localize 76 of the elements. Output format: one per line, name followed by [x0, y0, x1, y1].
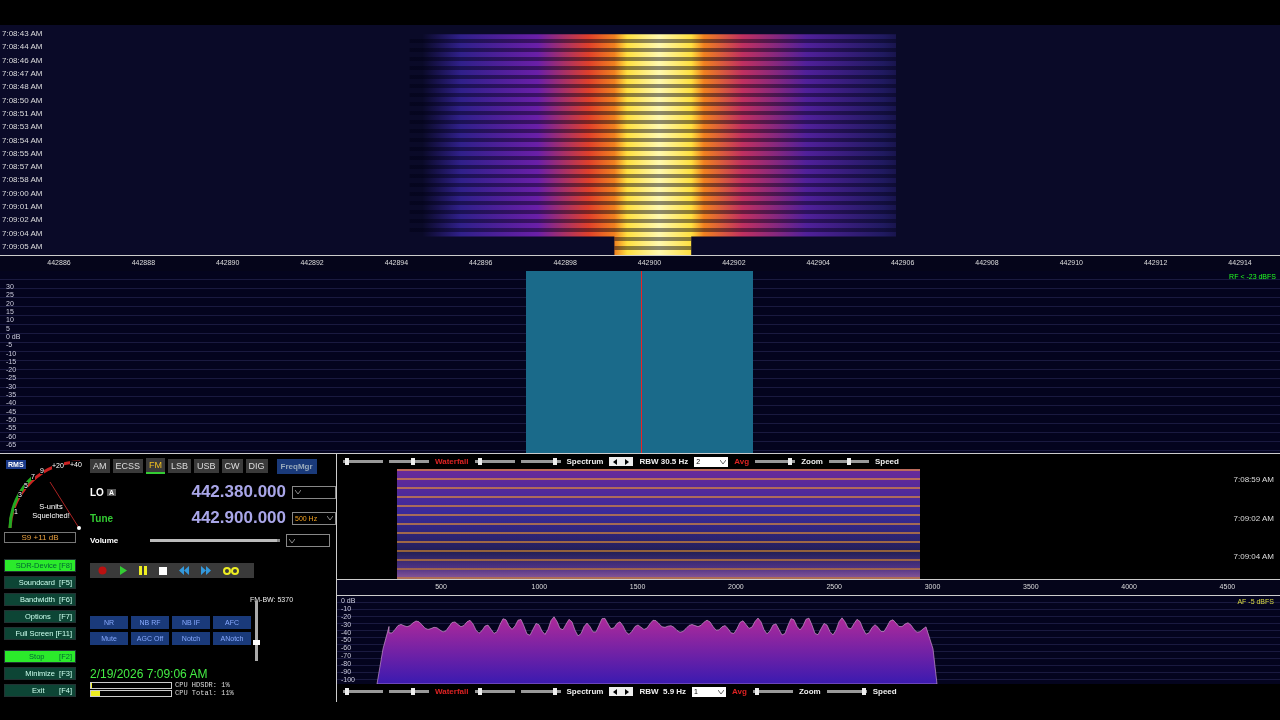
time-label: 7:09:02 AM — [1233, 513, 1274, 523]
arrow-buttons[interactable] — [609, 687, 634, 696]
speed-label: Speed — [874, 457, 899, 466]
time-label: 7:08:53 AM — [2, 122, 43, 132]
mode-tab[interactable]: USB — [194, 459, 219, 473]
lo-frequency[interactable]: 442.380.000 — [150, 482, 286, 502]
time-label: 7:09:02 AM — [2, 215, 43, 225]
time-label: 7:08:47 AM — [2, 68, 43, 78]
time-label: 7:08:50 AM — [2, 95, 43, 105]
slider-thumb[interactable] — [478, 688, 483, 695]
slider-thumb[interactable] — [754, 688, 759, 695]
rbw-label: RBW 30.5 Hz — [639, 457, 689, 466]
mode-tab[interactable]: AM — [90, 459, 110, 473]
time-label: 7:08:44 AM — [2, 42, 43, 52]
time-label: 7:09:04 AM — [1233, 552, 1274, 561]
caret-icon[interactable] — [295, 489, 301, 495]
date-time: 2/19/2026 7:09:06 AM — [90, 667, 209, 681]
average-label: Avg — [732, 687, 747, 696]
slider-thumb[interactable] — [410, 688, 415, 695]
time-label: 7:08:55 AM — [2, 148, 43, 158]
tune-label: Tune — [90, 512, 114, 524]
waterfall-label: Waterfall — [435, 457, 469, 466]
mode-tab[interactable]: DIG — [245, 459, 268, 473]
slider-thumb[interactable] — [344, 688, 349, 695]
slider-thumb[interactable] — [846, 458, 851, 465]
loop-icon[interactable] — [223, 566, 239, 575]
caret-icon[interactable] — [718, 688, 725, 695]
pause-icon[interactable] — [139, 566, 147, 575]
rbw-label: RBW 5.9 Hz — [639, 687, 687, 696]
slider-thumb[interactable] — [344, 458, 349, 465]
speed-label: Speed — [872, 687, 897, 696]
time-label: 7:08:59 AM — [1233, 475, 1274, 484]
zoom-label: Zoom — [801, 457, 823, 466]
slider-thumb[interactable] — [478, 458, 483, 465]
slider-thumb[interactable] — [861, 688, 866, 695]
mode-tab[interactable]: LSB — [168, 459, 192, 473]
rewind-icon[interactable] — [179, 566, 189, 575]
zoom-label: Zoom — [798, 687, 821, 696]
mode-tab[interactable]: FM — [146, 458, 165, 474]
time-label: 7:08:57 AM — [2, 162, 43, 172]
mode-tab[interactable]: ECSS — [112, 459, 143, 473]
time-label: 7:09:05 AM — [2, 242, 43, 251]
slider-thumb[interactable] — [253, 639, 260, 645]
time-label: 7:08:54 AM — [2, 135, 43, 145]
time-label: 7:09:04 AM — [2, 228, 43, 238]
frequency-manager-button[interactable]: FreqMgr — [276, 458, 317, 474]
time-label: 7:09:00 AM — [2, 188, 43, 198]
mode-tab[interactable]: CW — [221, 459, 243, 473]
time-label: 7:08:43 AM — [2, 29, 43, 38]
spectrum-label: Spectrum — [566, 687, 604, 696]
time-label: 7:08:46 AM — [2, 55, 43, 65]
time-label: 7:08:48 AM — [2, 82, 43, 92]
slider-thumb[interactable] — [410, 458, 415, 465]
waterfall-label: Waterfall — [435, 687, 469, 696]
stop-icon[interactable] — [159, 566, 167, 575]
lo-label: LO — [90, 486, 104, 498]
time-label: 7:08:58 AM — [2, 175, 43, 185]
lo-dropdown[interactable] — [292, 485, 336, 499]
caret-icon[interactable] — [720, 458, 727, 465]
bandwidth-slider[interactable] — [255, 601, 258, 661]
volume-dropdown[interactable] — [286, 534, 330, 547]
play-icon[interactable] — [119, 566, 127, 575]
signal-reading: S9 +11 dB — [4, 532, 76, 543]
caret-icon[interactable] — [327, 515, 333, 521]
slider-thumb[interactable] — [787, 458, 792, 465]
average-label: Avg — [734, 457, 750, 466]
time-label: 7:08:51 AM — [2, 108, 43, 118]
slider-thumb[interactable] — [552, 688, 557, 695]
caret-icon[interactable] — [289, 537, 295, 544]
spectrum-label: Spectrum — [566, 457, 604, 466]
fast-forward-icon[interactable] — [201, 566, 211, 575]
slider-thumb[interactable] — [552, 458, 557, 465]
arrow-buttons[interactable] — [609, 457, 634, 466]
tune-frequency[interactable]: 442.900.000 — [150, 508, 286, 528]
time-label: 7:09:01 AM — [2, 202, 43, 212]
volume-label: Volume — [90, 536, 119, 545]
